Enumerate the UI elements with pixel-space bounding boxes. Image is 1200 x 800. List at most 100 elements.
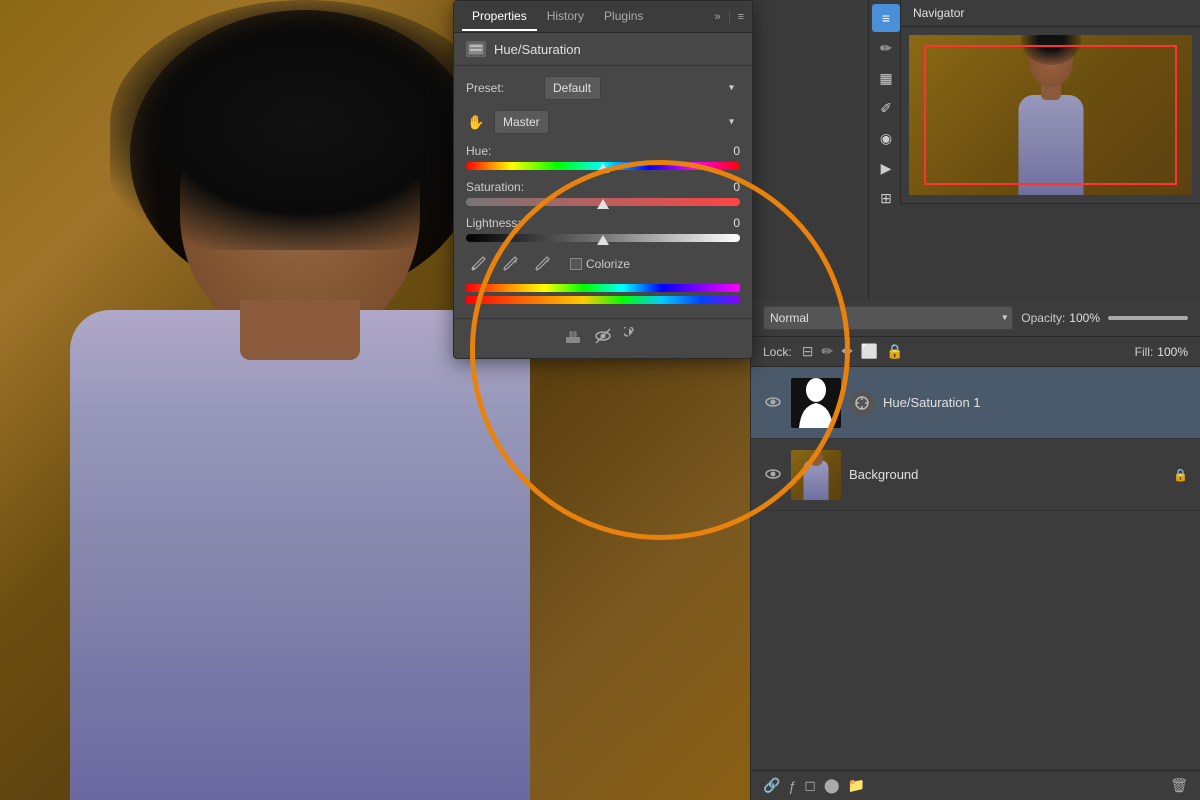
- preset-select[interactable]: Default: [544, 76, 601, 100]
- color-toolbar-btn[interactable]: ◉: [872, 124, 900, 152]
- preset-label: Preset:: [466, 81, 536, 95]
- lightness-slider-container: [466, 234, 740, 242]
- channel-hand-icon: ✋: [467, 114, 484, 131]
- layer-adjustment-btn[interactable]: ⬤: [824, 777, 840, 794]
- panel-tabs-separator: [729, 11, 730, 23]
- layers-bottom-bar: 🔗 ƒ ◻ ⬤ 📁 🗑: [751, 770, 1200, 800]
- lock-icons-group: ⊟ ✏ ✥ ⬜ 🔒: [802, 343, 904, 360]
- lock-all-icon[interactable]: 🔒: [886, 343, 903, 360]
- panel-tabs-more: » ≡: [714, 11, 744, 23]
- lock-position-icon[interactable]: ✥: [841, 343, 853, 360]
- panel-tabs-bar: Properties History Plugins » ≡: [454, 1, 752, 33]
- navigator-thumbnail: [909, 35, 1192, 195]
- tab-history[interactable]: History: [537, 3, 594, 31]
- layer-group-icon[interactable]: 📁: [848, 777, 865, 794]
- person-neck: [240, 300, 360, 360]
- person-afro: [110, 0, 500, 250]
- lock-transparent-icon[interactable]: ⊟: [802, 343, 814, 360]
- visibility-icon[interactable]: [594, 327, 612, 350]
- rectangle-toolbar-icon: ▦: [879, 70, 892, 87]
- layers-lock-row: Lock: ⊟ ✏ ✥ ⬜ 🔒 Fill: 100%: [751, 337, 1200, 367]
- preset-row: Preset: Default: [466, 76, 740, 100]
- layer-thumb-person-head-small: [809, 452, 823, 466]
- layers-mode-bar: Normal Dissolve Multiply Screen Overlay …: [751, 300, 1200, 337]
- layers-toolbar-icon: ⊞: [880, 190, 892, 207]
- panel-menu-icon[interactable]: ≡: [738, 11, 744, 23]
- blend-mode-select[interactable]: Normal Dissolve Multiply Screen Overlay: [763, 306, 1013, 330]
- eyedropper-icon[interactable]: [466, 252, 490, 276]
- saturation-slider-row: Saturation: 0: [466, 180, 740, 206]
- navigator-viewport-box: [924, 45, 1177, 185]
- lock-pixels-icon[interactable]: ✏: [821, 343, 833, 360]
- properties-panel: Properties History Plugins » ≡ Hue/Satur…: [453, 0, 753, 359]
- navigator-panel: Navigator: [900, 0, 1200, 204]
- rectangle-toolbar-btn[interactable]: ▦: [872, 64, 900, 92]
- fill-value[interactable]: 100%: [1157, 345, 1188, 359]
- navigator-header: Navigator: [901, 0, 1200, 27]
- fill-label: Fill:: [1135, 345, 1154, 359]
- pencil-toolbar-btn[interactable]: ✐: [872, 94, 900, 122]
- tools-colorize-row: + − Colorize: [466, 252, 740, 276]
- layer-adjustment-icon: [849, 390, 875, 416]
- opacity-slider[interactable]: [1108, 316, 1188, 320]
- blend-mode-wrapper: Normal Dissolve Multiply Screen Overlay: [763, 306, 1013, 330]
- layer-eye-background[interactable]: [763, 467, 783, 483]
- adjustment-layer-icon: [467, 42, 485, 56]
- lightness-slider-thumb[interactable]: [597, 235, 609, 245]
- svg-text:+: +: [513, 257, 518, 266]
- channel-hand-icon-wrapper: ✋: [466, 114, 486, 131]
- lightness-label: Lightness:: [466, 216, 521, 230]
- properties-toolbar-btn[interactable]: ≡: [872, 4, 900, 32]
- hue-label-row: Hue: 0: [466, 144, 740, 158]
- color-toolbar-icon: ◉: [880, 130, 892, 147]
- layer-thumb-person-body-small: [804, 460, 829, 500]
- saturation-slider-thumb[interactable]: [597, 199, 609, 209]
- lightness-label-row: Lightness: 0: [466, 216, 740, 230]
- more-panels-icon[interactable]: »: [714, 11, 720, 23]
- layer-item-hue-saturation[interactable]: Hue/Saturation 1: [751, 367, 1200, 439]
- saturation-slider-container: [466, 198, 740, 206]
- play-toolbar-btn[interactable]: ▶: [872, 154, 900, 182]
- lock-artboard-icon[interactable]: ⬜: [861, 343, 878, 360]
- hue-slider-thumb[interactable]: [597, 163, 609, 173]
- panel-title-row: Hue/Saturation: [454, 33, 752, 66]
- layer-thumb-bg-inner: [791, 450, 841, 500]
- pencil-toolbar-icon: ✐: [880, 100, 892, 117]
- layer-thumb-silhouette: [791, 378, 841, 428]
- svg-text:−: −: [545, 257, 550, 266]
- hue-value: 0: [720, 144, 740, 158]
- layer-link-icon[interactable]: 🔗: [763, 777, 780, 794]
- tab-plugins[interactable]: Plugins: [594, 3, 653, 31]
- color-spectrum-top: [466, 284, 740, 292]
- opacity-label: Opacity:: [1021, 311, 1065, 325]
- hue-label: Hue:: [466, 144, 491, 158]
- brush-toolbar-icon: ✏: [880, 40, 892, 57]
- panel-title-icon: [466, 41, 486, 57]
- colorize-row: Colorize: [570, 257, 630, 271]
- brush-toolbar-btn[interactable]: ✏: [872, 34, 900, 62]
- tab-properties[interactable]: Properties: [462, 3, 537, 31]
- layer-delete-icon[interactable]: 🗑: [1170, 777, 1188, 794]
- layer-name-background: Background: [849, 467, 1165, 482]
- reset-icon[interactable]: [624, 327, 642, 350]
- layer-thumb-background: [791, 450, 841, 500]
- clip-to-layer-icon[interactable]: [564, 327, 582, 350]
- layer-mask-icon[interactable]: ◻: [804, 777, 816, 794]
- saturation-label: Saturation:: [466, 180, 524, 194]
- layer-thumb-hue-saturation: [791, 378, 841, 428]
- layer-lock-icon: 🔒: [1173, 468, 1188, 482]
- eyedropper-remove-icon[interactable]: −: [530, 252, 554, 276]
- layers-toolbar-btn[interactable]: ⊞: [872, 184, 900, 212]
- layer-item-background[interactable]: Background 🔒: [751, 439, 1200, 511]
- opacity-value[interactable]: 100%: [1069, 311, 1100, 325]
- layer-thumb-hue-inner: [791, 378, 841, 428]
- saturation-label-row: Saturation: 0: [466, 180, 740, 194]
- fill-area: Fill: 100%: [1135, 345, 1188, 359]
- layer-eye-hue-saturation[interactable]: [763, 395, 783, 411]
- channel-select-wrapper: Master: [494, 110, 740, 134]
- person-body: [70, 310, 530, 800]
- layer-effects-icon[interactable]: ƒ: [788, 778, 796, 794]
- colorize-checkbox[interactable]: [570, 258, 582, 270]
- eyedropper-add-icon[interactable]: +: [498, 252, 522, 276]
- channel-select[interactable]: Master: [494, 110, 549, 134]
